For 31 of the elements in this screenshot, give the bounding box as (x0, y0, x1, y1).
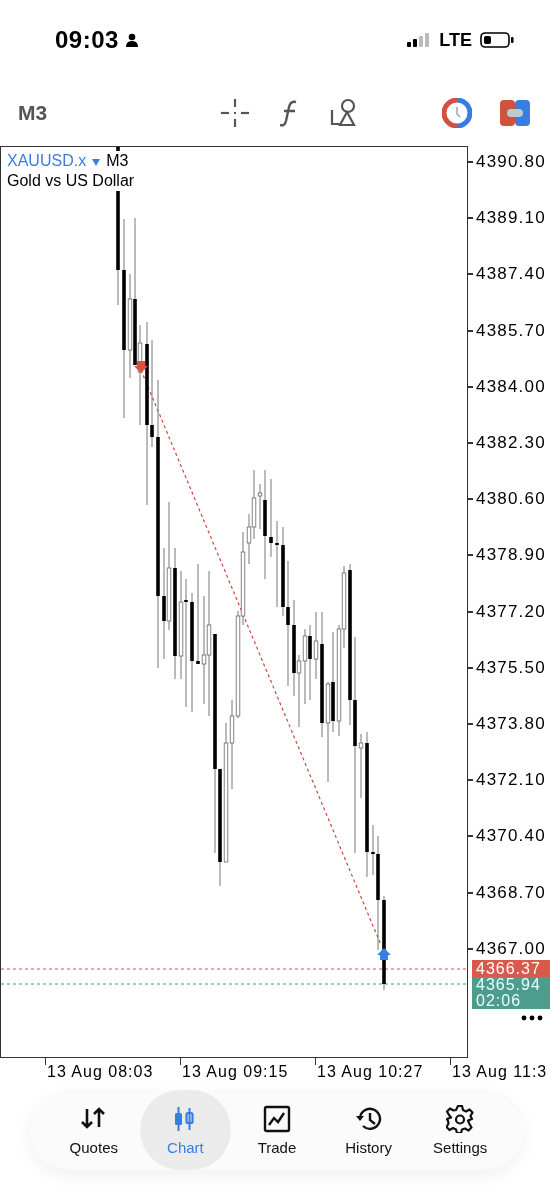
price-label: 4377.20 (476, 601, 546, 622)
nav-tab[interactable]: History (322, 1090, 415, 1170)
time-label: 13 Aug 11:3 (452, 1063, 548, 1081)
price-label: 4370.40 (476, 826, 546, 847)
price-label: 4384.00 (476, 376, 546, 397)
price-label: 4385.70 (476, 320, 546, 341)
price-label: 4378.90 (476, 545, 546, 566)
price-label: 4380.60 (476, 489, 546, 510)
network-label: LTE (439, 29, 472, 51)
time-label: 13 Aug 08:03 (47, 1063, 154, 1081)
timeframe-button[interactable]: M3 (18, 101, 58, 125)
time-label: 13 Aug 09:15 (182, 1063, 289, 1081)
price-label: 4368.70 (476, 882, 546, 903)
time-label: 13 Aug 10:27 (317, 1063, 424, 1081)
nav-tab[interactable]: Settings (414, 1090, 506, 1170)
nav-tab[interactable]: Quotes (48, 1090, 140, 1170)
nav-tab[interactable]: Trade (231, 1090, 323, 1170)
status-time: 09:03 (55, 26, 119, 54)
price-label: 4367.00 (476, 938, 546, 959)
price-label: 4387.40 (476, 264, 546, 285)
symbol-description: Gold vs US Dollar (6, 171, 136, 191)
price-label: 4389.10 (476, 208, 546, 229)
ask-price-label: 4365.94 (476, 977, 542, 993)
countdown-label: 02:06 (476, 993, 523, 1009)
price-label: 4390.80 (476, 152, 546, 172)
bid-price-tag: 4366.37 (472, 960, 550, 977)
price-label: 4375.50 (476, 657, 546, 678)
price-label: 4372.10 (476, 770, 546, 791)
price-label: 4373.80 (476, 714, 546, 734)
timeframe-label: M3 (105, 151, 130, 171)
price-label: 4382.30 (476, 433, 546, 453)
